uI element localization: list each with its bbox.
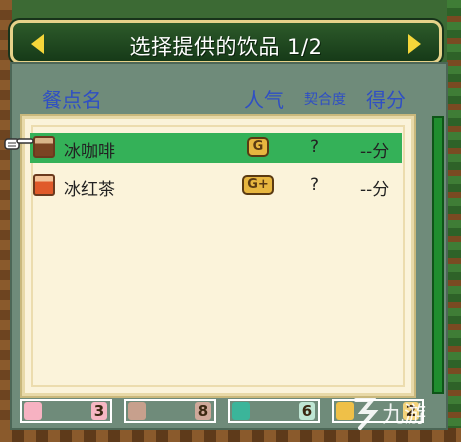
item-score: --分	[360, 180, 390, 200]
next-page-arrow-icon[interactable]	[408, 34, 421, 54]
item-score: --分	[360, 142, 390, 162]
column-header-fit: 契合度	[304, 92, 346, 108]
svg-text:九游: 九游	[382, 403, 426, 428]
pointing-hand-icon	[4, 138, 34, 150]
header-bar: 选择提供的饮品 1/2	[10, 20, 442, 64]
list-item-iced-coffee[interactable]: 冰咖啡 G ? --分	[30, 133, 402, 163]
list-item-iced-tea[interactable]: 冰红茶 G+ ? --分	[30, 171, 402, 201]
resource-teal: 6	[228, 399, 320, 423]
drink-list: 冰咖啡 G ? --分 冰红茶 G+ ? --分	[20, 114, 416, 398]
popularity-badge: G+	[242, 175, 274, 195]
watermark-logo: 九游	[354, 398, 426, 430]
column-header-popularity: 人气	[244, 88, 284, 112]
resource-count: 6	[299, 402, 315, 420]
popularity-badge: G	[247, 137, 269, 157]
item-name: 冰咖啡	[64, 142, 115, 162]
column-header-name: 餐点名	[42, 88, 102, 112]
teal-leaf-icon	[232, 402, 250, 420]
drink-list-frame	[31, 125, 405, 387]
item-fit: ?	[310, 175, 320, 195]
item-fit: ?	[310, 137, 320, 157]
iced-coffee-icon	[33, 136, 55, 158]
pink-face-icon	[24, 402, 42, 420]
list-scrollbar[interactable]	[432, 116, 444, 394]
resource-count: 3	[91, 402, 107, 420]
drink-selection-panel: 餐点名 人气 契合度 得分 冰咖啡 G ? --分 冰红茶 G+ ? --分	[10, 62, 448, 430]
page-title: 选择提供的饮品 1/2	[129, 35, 323, 59]
item-name: 冰红茶	[64, 180, 115, 200]
resource-brown: 8	[124, 399, 216, 423]
iced-tea-icon	[33, 174, 55, 196]
resource-pink: 3	[20, 399, 112, 423]
resource-count: 8	[195, 402, 211, 420]
column-header-score: 得分	[366, 88, 406, 112]
background-right-wall	[447, 0, 461, 442]
brown-face-icon	[128, 402, 146, 420]
